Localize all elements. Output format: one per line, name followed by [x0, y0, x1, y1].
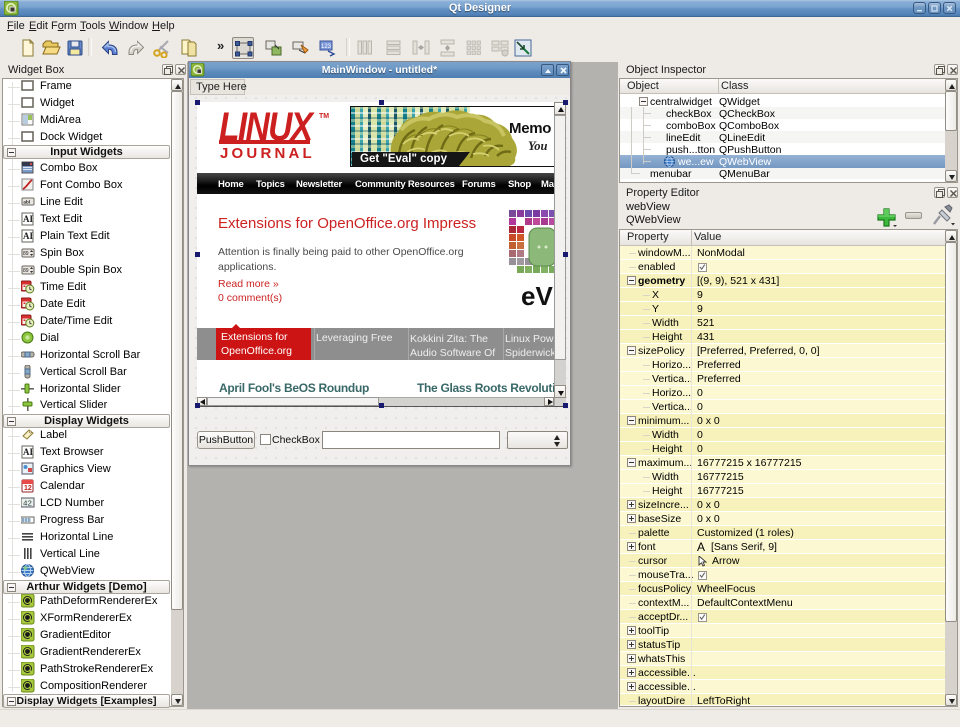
svg-text:89: 89	[23, 268, 29, 274]
svg-text:123: 123	[321, 44, 332, 50]
svg-text:AI: AI	[23, 231, 33, 241]
svg-text:89: 89	[23, 251, 29, 257]
svg-text:42: 42	[23, 501, 32, 509]
svg-text:12: 12	[24, 485, 32, 492]
svg-text:AI: AI	[23, 214, 33, 224]
svg-text:AI: AI	[23, 447, 33, 457]
svg-text:abl: abl	[23, 200, 30, 205]
